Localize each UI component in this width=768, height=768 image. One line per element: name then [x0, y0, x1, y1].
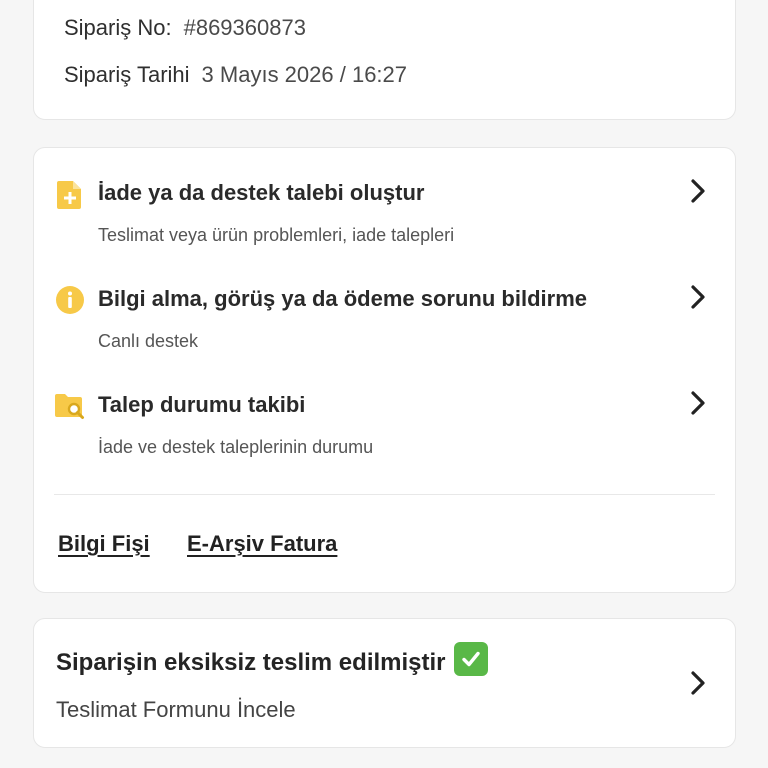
- delivery-title-row: Siparişin eksiksiz teslim edilmiştir: [56, 642, 488, 677]
- help-menu-card: İade ya da destek talebi oluştur Teslima…: [33, 147, 736, 593]
- order-date-label: Sipariş Tarihi: [64, 62, 190, 87]
- order-info-card: Sipariş No: #869360873 Sipariş Tarihi 3 …: [33, 0, 736, 120]
- chevron-right-icon: [685, 178, 711, 204]
- order-number-value: #869360873: [183, 15, 306, 40]
- menu-item-subtitle: Canlı destek: [98, 331, 199, 351]
- delivery-title: Siparişin eksiksiz teslim edilmiştir: [56, 649, 446, 676]
- order-date-value: 3 Mayıs 2026 / 16:27: [201, 62, 408, 87]
- chevron-right-icon: [685, 390, 711, 416]
- delivery-status-card[interactable]: Siparişin eksiksiz teslim edilmiştir Tes…: [33, 618, 736, 748]
- menu-item-title: İade ya da destek talebi oluştur: [98, 180, 425, 205]
- order-number-row: Sipariş No: #869360873: [64, 15, 306, 41]
- menu-item-title: Bilgi alma, görüş ya da ödeme sorunu bil…: [98, 286, 587, 311]
- info-icon: [54, 284, 86, 316]
- delivery-form-link[interactable]: Teslimat Formunu İncele: [56, 697, 296, 723]
- document-plus-icon: [54, 178, 86, 210]
- folder-search-icon: [54, 390, 86, 422]
- menu-item-return-request[interactable]: İade ya da destek talebi oluştur Teslima…: [54, 148, 715, 245]
- menu-item-subtitle: Teslimat veya ürün problemleri, iade tal…: [98, 225, 455, 245]
- e-archive-invoice-link[interactable]: E-Arşiv Fatura: [187, 531, 337, 557]
- chevron-right-icon: [685, 284, 711, 310]
- order-number-label: Sipariş No:: [64, 15, 172, 40]
- menu-item-subtitle: İade ve destek taleplerinin durumu: [98, 437, 374, 457]
- divider: [54, 494, 715, 495]
- menu-item-info-request[interactable]: Bilgi alma, görüş ya da ödeme sorunu bil…: [54, 254, 715, 351]
- order-date-row: Sipariş Tarihi 3 Mayıs 2026 / 16:27: [64, 62, 407, 88]
- chevron-right-icon: [685, 670, 711, 696]
- info-slip-link[interactable]: Bilgi Fişi: [58, 531, 150, 557]
- check-mark-emoji-icon: [453, 642, 488, 676]
- menu-item-title: Talep durumu takibi: [98, 392, 306, 417]
- menu-item-request-tracking[interactable]: Talep durumu takibi İade ve destek talep…: [54, 360, 715, 457]
